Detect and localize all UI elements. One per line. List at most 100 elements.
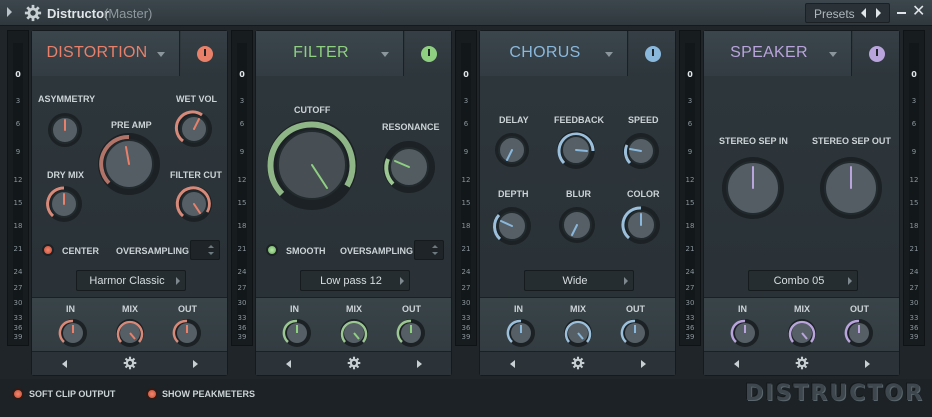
chorus-type-select[interactable]: Wide — [524, 270, 634, 291]
filter-type-select[interactable]: Low pass 12 — [300, 270, 410, 291]
blur-knob[interactable] — [557, 205, 597, 245]
oversampling-stepper[interactable] — [414, 240, 444, 260]
out-label: OUT — [178, 304, 197, 314]
module-title: FILTER — [293, 44, 349, 61]
gear-icon[interactable] — [347, 356, 361, 370]
in-label: IN — [66, 304, 75, 314]
arrow-left-icon[interactable] — [286, 360, 291, 368]
meter-tick: 15 — [461, 199, 471, 207]
preset-prev-icon[interactable] — [861, 8, 866, 18]
close-icon[interactable]: ✕ — [912, 4, 925, 20]
meter-bar — [685, 43, 695, 339]
speed-knob[interactable] — [621, 131, 661, 171]
in-knob[interactable] — [506, 318, 536, 348]
arrow-left-icon[interactable] — [734, 360, 739, 368]
meter-tick: 15 — [685, 199, 695, 207]
out-knob[interactable] — [844, 318, 874, 348]
mix-knob[interactable] — [787, 318, 817, 348]
meter-tick: 15 — [237, 199, 247, 207]
arrow-left-icon[interactable] — [510, 360, 515, 368]
stereo-sep-out-knob[interactable] — [818, 155, 884, 221]
out-knob[interactable] — [396, 318, 426, 348]
meter-tick: 30 — [909, 299, 919, 307]
meter-tick: 33 — [685, 314, 695, 322]
meter-tick: 0 — [463, 70, 469, 79]
meter-tick: 21 — [461, 245, 471, 253]
module-chorus: CHORUS DELAY FEEDBACK SPEED DEPTH BLUR C… — [479, 30, 676, 376]
arrow-right-icon[interactable] — [865, 360, 870, 368]
meter-tick: 9 — [15, 148, 21, 156]
distortion-type-select[interactable]: Harmor Classic — [76, 270, 186, 291]
out-knob[interactable] — [172, 318, 202, 348]
power-icon[interactable] — [197, 46, 213, 62]
knob-label-pre-amp: PRE AMP — [111, 120, 152, 130]
knob-label-stereo-sep-in: STEREO SEP IN — [719, 136, 788, 146]
peak-meter: 0 3 6 9 12 15 18 21 24 27 30 33 36 39 — [455, 30, 477, 346]
gear-icon[interactable] — [123, 356, 137, 370]
meter-tick: 6 — [687, 120, 693, 128]
gear-icon[interactable] — [571, 356, 585, 370]
gear-icon[interactable] — [795, 356, 809, 370]
in-knob[interactable] — [282, 318, 312, 348]
in-knob[interactable] — [58, 318, 88, 348]
power-icon[interactable] — [645, 46, 661, 62]
color-knob[interactable] — [620, 204, 662, 246]
arrow-right-icon[interactable] — [193, 360, 198, 368]
knob-label-filter-cut: FILTER CUT — [170, 170, 222, 180]
knob-label-speed: SPEED — [628, 115, 659, 125]
module-header[interactable]: SPEAKER — [704, 31, 852, 76]
window-subtitle: (Master) — [104, 6, 153, 21]
module-distortion: DISTORTION ASYMMETRY PRE AMP WET VOL DRY… — [31, 30, 228, 376]
power-icon[interactable] — [869, 46, 885, 62]
meter-tick: 6 — [15, 120, 21, 128]
selector-value: Low pass 12 — [320, 275, 382, 287]
knob-label-dry-mix: DRY MIX — [47, 170, 85, 180]
gear-icon[interactable] — [24, 4, 42, 22]
meter-tick: 30 — [685, 299, 695, 307]
mix-knob[interactable] — [563, 318, 593, 348]
in-label: IN — [738, 304, 747, 314]
peak-meter: 0 3 6 9 12 15 18 21 24 27 30 33 36 39 — [231, 30, 253, 346]
delay-knob[interactable] — [493, 131, 531, 169]
depth-knob[interactable] — [491, 205, 533, 247]
module-speaker: SPEAKER STEREO SEP IN STEREO SEP OUT Com… — [703, 30, 900, 376]
stereo-sep-in-knob[interactable] — [720, 155, 786, 221]
smooth-toggle[interactable] — [266, 244, 278, 256]
meter-tick: 12 — [237, 176, 247, 184]
module-title: SPEAKER — [730, 44, 808, 61]
dry-mix-knob[interactable] — [44, 184, 84, 224]
out-knob[interactable] — [620, 318, 650, 348]
cutoff-knob[interactable] — [265, 118, 359, 212]
mix-knob[interactable] — [115, 318, 145, 348]
module-header[interactable]: DISTORTION — [32, 31, 180, 76]
feedback-knob[interactable] — [555, 129, 597, 171]
power-icon[interactable] — [421, 46, 437, 62]
meter-tick: 39 — [461, 333, 471, 341]
soft-clip-toggle[interactable] — [12, 388, 24, 400]
oversampling-stepper[interactable] — [190, 240, 220, 260]
preset-next-icon[interactable] — [876, 8, 881, 18]
arrow-right-icon[interactable] — [641, 360, 646, 368]
peakmeters-toggle[interactable] — [146, 388, 158, 400]
meter-tick: 21 — [909, 245, 919, 253]
meter-tick: 18 — [685, 222, 695, 230]
minimize-icon[interactable] — [897, 12, 906, 14]
meter-tick: 27 — [237, 284, 247, 292]
mix-knob[interactable] — [339, 318, 369, 348]
center-toggle[interactable] — [42, 244, 54, 256]
module-header[interactable]: CHORUS — [480, 31, 628, 76]
center-label: CENTER — [62, 246, 100, 256]
arrow-left-icon[interactable] — [62, 360, 67, 368]
arrow-right-icon[interactable] — [417, 360, 422, 368]
speaker-type-select[interactable]: Combo 05 — [748, 270, 858, 291]
pre-amp-knob[interactable] — [96, 131, 162, 197]
filter-cut-knob[interactable] — [174, 184, 214, 224]
meter-tick: 0 — [15, 70, 21, 79]
knob-label-asymmetry: ASYMMETRY — [38, 94, 96, 104]
wet-vol-knob[interactable] — [174, 109, 214, 149]
asymmetry-knob[interactable] — [46, 111, 84, 149]
resonance-knob[interactable] — [381, 139, 437, 195]
expand-icon[interactable] — [7, 7, 12, 17]
module-header[interactable]: FILTER — [256, 31, 404, 76]
in-knob[interactable] — [730, 318, 760, 348]
